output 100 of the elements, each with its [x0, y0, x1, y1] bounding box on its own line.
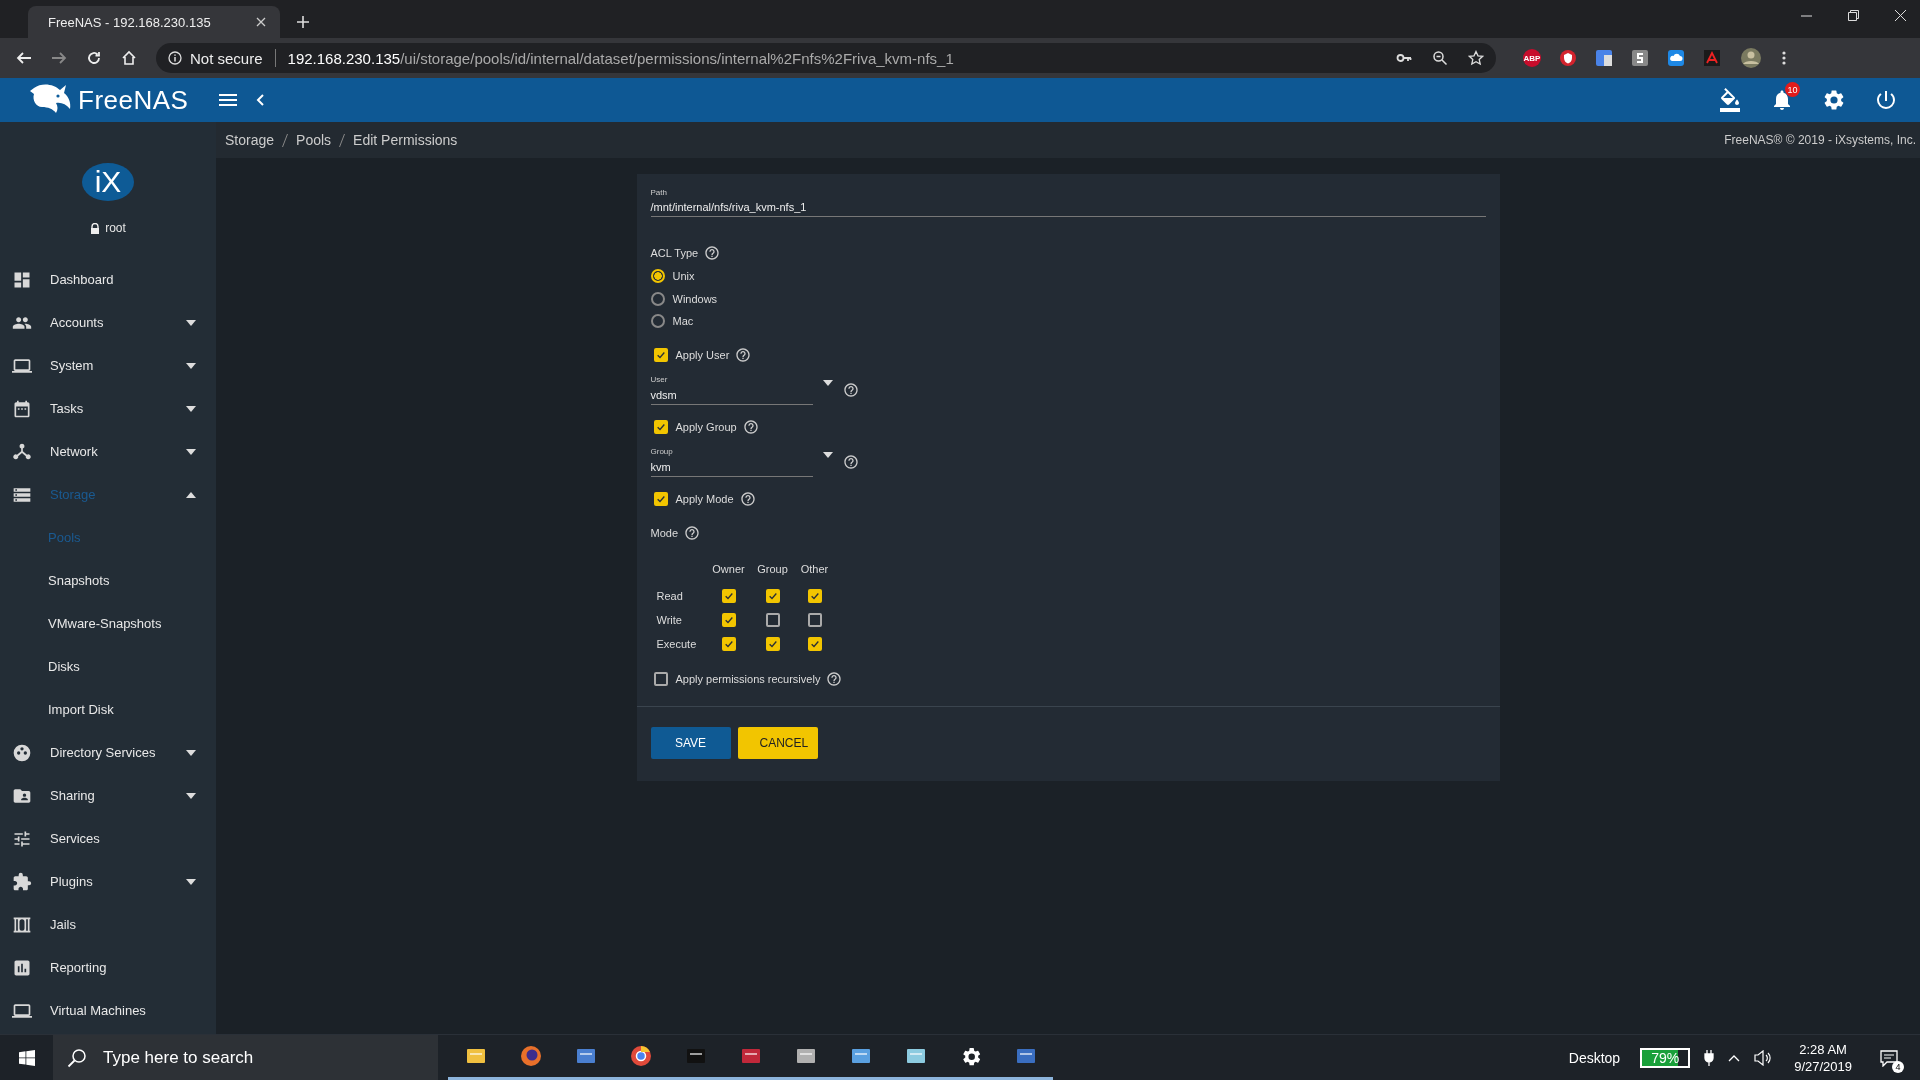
- zoom-icon[interactable]: [1432, 50, 1448, 66]
- radio-label: Unix: [672, 270, 695, 283]
- row-label: Read: [655, 589, 684, 602]
- home-icon[interactable]: [121, 50, 137, 66]
- address-bar[interactable]: Not secure 192.168.230.135/ui/storage/pools/id/internal/dataset/permissions/internal%2Fnfs%2Friva_kvm-nfs_1: [156, 43, 1496, 73]
- speaker-icon[interactable]: [1754, 1049, 1773, 1066]
- reload-icon[interactable]: [86, 50, 102, 66]
- calendar-icon: [12, 398, 32, 419]
- sidebar-item[interactable]: Network: [0, 430, 216, 473]
- url-text: 192.168.230.135/ui/storage/pools/id/internal/dataset/permissions/internal%2Fnfs%2Friva_kvm-nfs_1: [287, 49, 954, 67]
- column-header: Other: [799, 562, 830, 575]
- copyright-text: FreeNAS® © 2019 - iXsystems, Inc.: [1724, 133, 1916, 147]
- sidebar-subitem[interactable]: Snapshots: [0, 559, 216, 602]
- clock[interactable]: 2:28 AM 9/27/2019: [1794, 1041, 1852, 1074]
- checkbox[interactable]: [653, 347, 668, 362]
- breadcrumb-link[interactable]: Pools: [296, 132, 332, 148]
- forward-arrow-icon[interactable]: [51, 50, 67, 66]
- help-icon: [704, 245, 721, 261]
- star-icon[interactable]: [1468, 50, 1484, 66]
- sidebar-item[interactable]: Sharing: [0, 774, 216, 817]
- desktop-toolbar-label[interactable]: Desktop: [1568, 1049, 1621, 1066]
- close-icon[interactable]: [1895, 10, 1906, 21]
- new-tab-icon[interactable]: [296, 15, 310, 29]
- checkbox[interactable]: [722, 636, 736, 651]
- checkbox[interactable]: [653, 491, 668, 506]
- security-label: Not secure: [190, 49, 263, 67]
- radio-label: Windows: [672, 292, 718, 305]
- radio-button[interactable]: [650, 269, 665, 284]
- breadcrumb-link[interactable]: Storage: [225, 132, 275, 148]
- help-icon: [739, 490, 756, 507]
- sidebar-item[interactable]: Plugins: [0, 860, 216, 903]
- adblock-extension-icon[interactable]: ABP: [1523, 49, 1541, 67]
- sidebar-item[interactable]: System: [0, 344, 216, 387]
- checkbox[interactable]: [808, 588, 822, 603]
- sidebar-item[interactable]: Accounts: [0, 301, 216, 344]
- sidebar-subitem[interactable]: Import Disk: [0, 688, 216, 731]
- battery-reading: 79%: [1651, 1049, 1680, 1066]
- sidebar-item[interactable]: Services: [0, 817, 216, 860]
- sidebar-subitem[interactable]: VMware-Snapshots: [0, 602, 216, 645]
- power-icon: [1874, 88, 1898, 112]
- info-icon: [168, 51, 182, 65]
- checkbox[interactable]: [766, 588, 780, 603]
- translate-extension-icon[interactable]: [1595, 49, 1613, 67]
- save-button[interactable]: SAVE: [650, 727, 731, 759]
- close-icon[interactable]: [256, 17, 266, 27]
- taskbar-search-field[interactable]: Type here to search: [53, 1035, 438, 1080]
- radio-button[interactable]: [650, 291, 665, 306]
- app-logo-text: FreeNAS: [78, 84, 189, 116]
- pdf-extension-icon[interactable]: [1703, 49, 1721, 67]
- extension-icon[interactable]: [1631, 49, 1649, 67]
- checkbox[interactable]: [766, 636, 780, 651]
- dropdown-caret-icon[interactable]: [822, 379, 833, 386]
- avatar-icon[interactable]: [1739, 47, 1763, 69]
- shield-extension-icon[interactable]: [1559, 49, 1577, 67]
- row-label: Execute: [655, 637, 698, 650]
- back-arrow-icon[interactable]: [16, 50, 32, 66]
- network-icon: [12, 441, 32, 462]
- breadcrumb-separator-icon: [282, 133, 289, 147]
- cancel-button[interactable]: CANCEL: [737, 727, 818, 759]
- ix-logo: iX: [82, 163, 134, 201]
- sidebar-subitem[interactable]: Disks: [0, 645, 216, 688]
- checkbox[interactable]: [653, 419, 668, 434]
- chevron-up-icon[interactable]: [1728, 1053, 1741, 1062]
- help-icon: [742, 418, 759, 435]
- acl-type-label: ACL Type: [650, 247, 699, 259]
- checkbox[interactable]: [722, 588, 736, 603]
- sidebar-item[interactable]: Dashboard: [0, 258, 216, 301]
- browser-tab[interactable]: FreeNAS - 192.168.230.135: [28, 6, 280, 38]
- sidebar-item[interactable]: Jails: [0, 903, 216, 946]
- checkbox-label: Apply User: [675, 348, 730, 361]
- checkbox[interactable]: [722, 612, 736, 627]
- checkbox[interactable]: [808, 612, 822, 627]
- restore-icon[interactable]: [1848, 10, 1859, 21]
- help-icon: [842, 453, 859, 470]
- circle-dots-icon: [12, 742, 32, 763]
- help-icon: [842, 381, 859, 398]
- select-field[interactable]: Group kvm: [650, 446, 813, 477]
- windows-logo-icon[interactable]: [19, 1049, 35, 1066]
- path-field[interactable]: Path /mnt/internal/nfs/riva_kvm-nfs_1: [650, 188, 1486, 217]
- checkbox[interactable]: [653, 671, 668, 686]
- sidebar-item[interactable]: Tasks: [0, 387, 216, 430]
- plug-icon[interactable]: [1704, 1049, 1715, 1066]
- browser-icon: [629, 1045, 652, 1067]
- checkbox[interactable]: [766, 612, 780, 627]
- more-icon[interactable]: [1781, 50, 1787, 66]
- dropdown-caret-icon[interactable]: [822, 451, 833, 458]
- search-icon: [67, 1047, 87, 1068]
- sidebar-item[interactable]: Directory Services: [0, 731, 216, 774]
- help-icon: [684, 524, 701, 541]
- checkbox[interactable]: [808, 636, 822, 651]
- username: root: [105, 221, 126, 235]
- sidebar-item[interactable]: Virtual Machines: [0, 989, 216, 1032]
- row-label: Write: [655, 613, 683, 626]
- checkbox-label: Apply permissions recursively: [675, 672, 821, 685]
- sidebar-item[interactable]: Reporting: [0, 946, 216, 989]
- radio-button[interactable]: [650, 314, 665, 329]
- notification-count: 4: [1892, 1060, 1904, 1073]
- cloud-extension-icon[interactable]: [1667, 49, 1685, 67]
- column-header: Group: [756, 562, 789, 575]
- select-field[interactable]: User vdsm: [650, 374, 813, 405]
